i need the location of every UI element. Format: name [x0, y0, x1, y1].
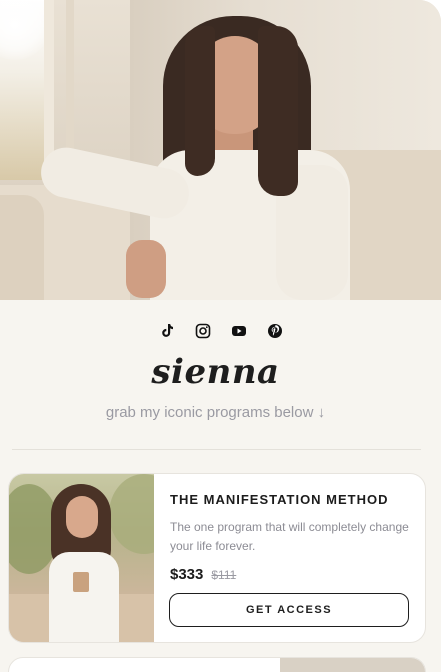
- divider: [12, 449, 421, 450]
- product-image: [9, 474, 154, 642]
- get-access-button[interactable]: GET ACCESS: [169, 593, 409, 627]
- product-old-price: $111: [211, 568, 237, 582]
- product-card[interactable]: THE MANIFESTATION METHOD The one program…: [8, 473, 426, 643]
- pinterest-icon[interactable]: [266, 322, 284, 340]
- product-description: The one program that will completely cha…: [170, 520, 409, 553]
- social-links: [0, 322, 441, 340]
- tiktok-icon[interactable]: [158, 322, 176, 340]
- scrollbar[interactable]: [441, 0, 448, 672]
- product-price: $333: [170, 566, 204, 583]
- profile-tagline: grab my iconic programs below ↓: [105, 404, 326, 421]
- product-image-next: [280, 658, 425, 672]
- profile-name: sienna: [151, 352, 280, 392]
- link-in-bio-page: sienna grab my iconic programs below ↓ T…: [0, 0, 441, 672]
- instagram-icon[interactable]: [194, 322, 212, 340]
- product-card-next[interactable]: [8, 657, 426, 672]
- product-title: THE MANIFESTATION METHOD: [170, 492, 389, 507]
- youtube-icon[interactable]: [230, 322, 248, 340]
- price-row: $333 $111: [170, 566, 410, 583]
- hero-photo: [0, 0, 441, 300]
